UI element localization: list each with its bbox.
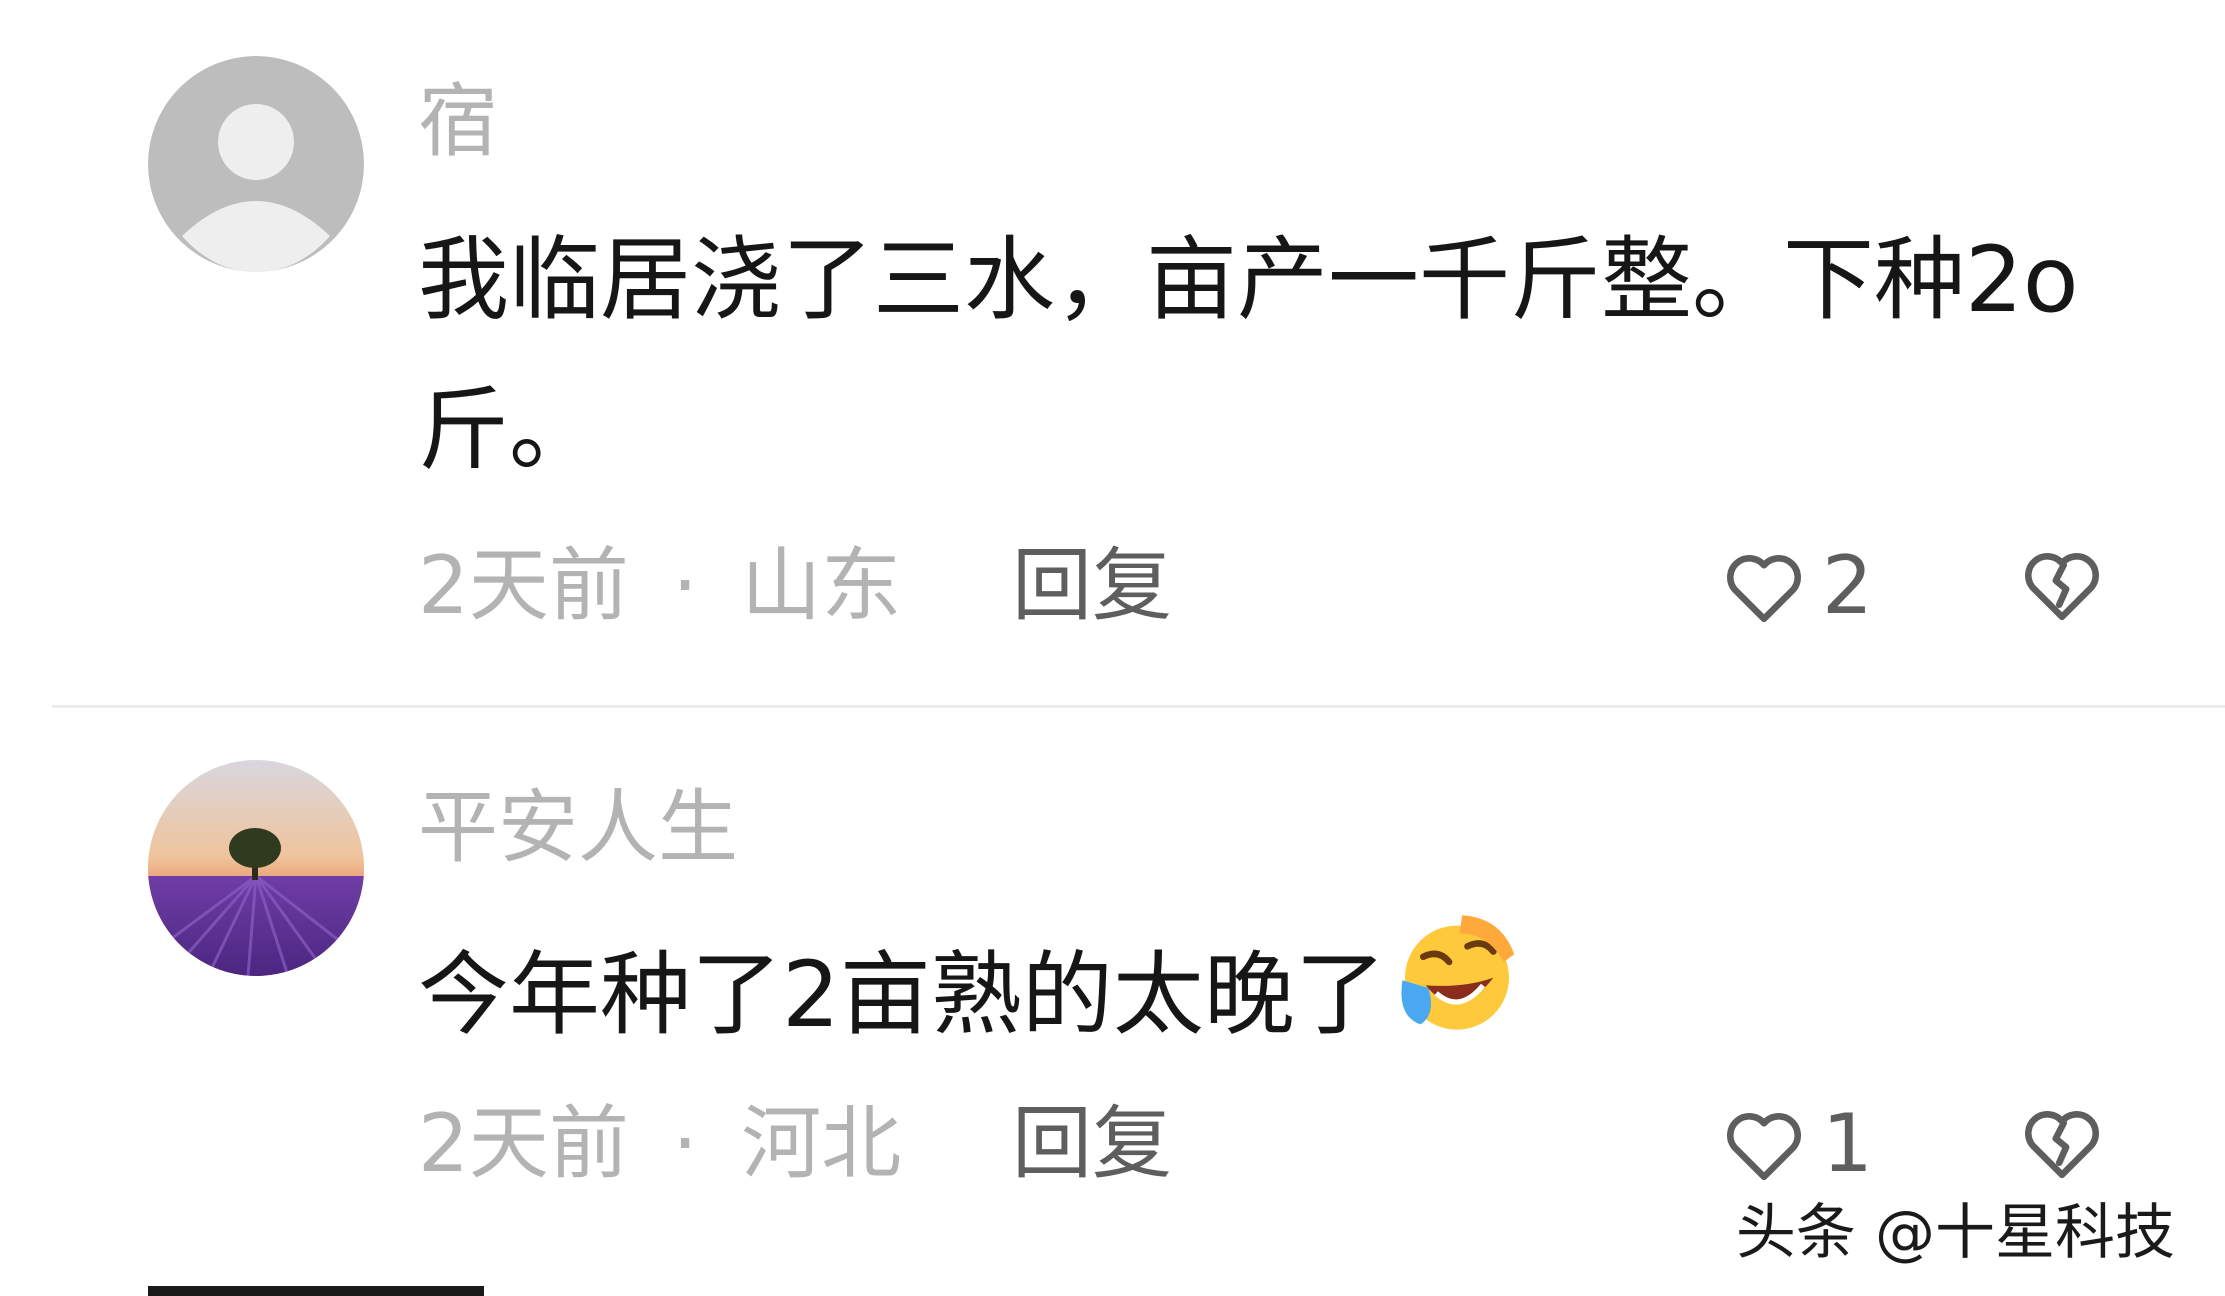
dislike-button[interactable]	[2020, 546, 2104, 626]
comment-time: 2天前	[418, 1097, 629, 1190]
avatar[interactable]	[148, 56, 364, 272]
default-avatar-icon	[148, 56, 364, 272]
comment-meta: 2天前 · 河北	[418, 1104, 901, 1184]
like-count: 1	[1822, 1097, 1873, 1190]
rofl-emoji-icon	[1392, 910, 1522, 1085]
broken-heart-icon	[2025, 1111, 2099, 1179]
meta-separator: ·	[672, 539, 698, 632]
heart-icon	[1727, 555, 1801, 623]
username[interactable]: 宿	[418, 82, 498, 162]
comment-meta: 2天前 · 山东	[418, 546, 901, 626]
like-button[interactable]: 2	[1722, 546, 1873, 626]
lavender-field-avatar	[148, 760, 364, 976]
comment-text: 我临居浇了三水，亩产一千斤整。下种2o斤。	[418, 228, 2079, 483]
username[interactable]: 平安人生	[418, 788, 738, 868]
like-button[interactable]: 1	[1722, 1104, 1873, 1184]
meta-separator: ·	[672, 1097, 698, 1190]
comment-text-content: 今年种了2亩熟的太晚了	[418, 943, 1386, 1048]
watermark: 头条 @十星科技	[1735, 1198, 2175, 1268]
dislike-button[interactable]	[2020, 1104, 2104, 1184]
comment-divider	[52, 705, 2225, 708]
bottom-tab-indicator	[148, 1286, 484, 1296]
comment-time: 2天前	[418, 539, 629, 632]
heart-icon	[1727, 1113, 1801, 1181]
like-count: 2	[1822, 539, 1873, 632]
comment-text: 今年种了2亩熟的太晚了	[418, 910, 2218, 1085]
avatar[interactable]	[148, 760, 364, 976]
comment-location: 山东	[741, 539, 902, 632]
broken-heart-icon	[2025, 553, 2099, 621]
reply-button[interactable]: 回复	[1012, 1104, 1172, 1184]
reply-button[interactable]: 回复	[1012, 546, 1172, 626]
comment-location: 河北	[741, 1097, 902, 1190]
